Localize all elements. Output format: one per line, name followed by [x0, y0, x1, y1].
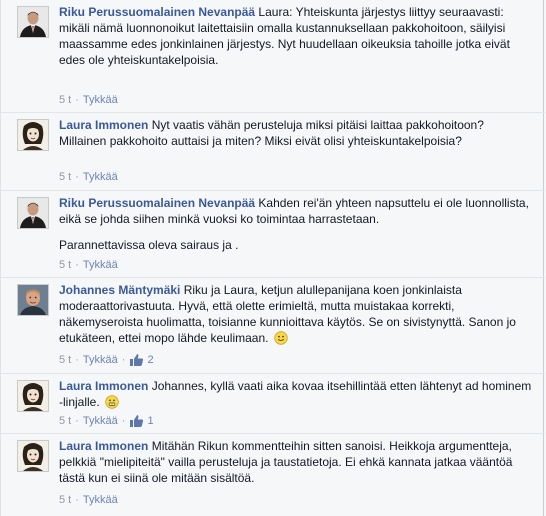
comment-body: Riku Perussuomalainen Nevanpää Kahden re…	[59, 195, 533, 253]
avatar[interactable]	[17, 197, 49, 229]
avatar[interactable]	[17, 6, 49, 38]
comment-meta: 5 t · Tykkää	[59, 169, 118, 185]
separator-dot: ·	[75, 415, 79, 427]
grimace-emoticon-icon	[105, 395, 119, 409]
separator-dot: ·	[121, 354, 126, 366]
thumbs-up-icon	[130, 354, 144, 366]
comment-author[interactable]: Johannes Mäntymäki	[59, 283, 180, 297]
comment-item: Riku Perussuomalainen Nevanpää Kahden re…	[1, 191, 545, 278]
smile-emoticon-icon	[274, 331, 288, 345]
comment-body: Laura Immonen Johannes, kyllä vaati aika…	[59, 378, 533, 410]
separator-dot: ·	[75, 171, 79, 183]
like-button[interactable]: Tykkää	[83, 494, 118, 506]
like-button[interactable]: Tykkää	[83, 415, 118, 427]
like-button[interactable]: Tykkää	[83, 94, 118, 106]
comment-meta: 5 t · Tykkää	[59, 492, 118, 508]
like-count[interactable]: 2	[129, 352, 154, 368]
comment-timestamp[interactable]: 5 t	[59, 259, 71, 271]
comment-meta: 5 t · Tykkää · 2	[59, 352, 154, 368]
comment-item: Laura Immonen Johannes, kyllä vaati aika…	[1, 374, 545, 434]
comment-timestamp[interactable]: 5 t	[59, 171, 71, 183]
comment-thread: Riku Perussuomalainen Nevanpää Laura: Yh…	[0, 0, 545, 516]
comment-body: Laura Immonen Nyt vaatis vähän perustelu…	[59, 117, 533, 149]
comment-item: Laura Immonen Mitähän Rikun kommentteihi…	[1, 434, 545, 516]
thumbs-up-icon	[130, 415, 144, 427]
like-count-value: 2	[147, 354, 154, 366]
avatar[interactable]	[17, 284, 49, 316]
like-count[interactable]: 1	[129, 413, 154, 429]
comment-item: Johannes Mäntymäki Riku ja Laura, ketjun…	[1, 278, 545, 374]
man-suit-avatar-icon	[18, 198, 48, 228]
comment-body: Johannes Mäntymäki Riku ja Laura, ketjun…	[59, 282, 533, 346]
like-count-value: 1	[147, 415, 154, 427]
separator-dot: ·	[75, 354, 79, 366]
woman-sketch-avatar-icon	[18, 120, 48, 150]
separator-dot: ·	[75, 259, 79, 271]
separator-dot: ·	[121, 415, 126, 427]
like-button[interactable]: Tykkää	[83, 171, 118, 183]
like-button[interactable]: Tykkää	[83, 259, 118, 271]
comment-item: Laura Immonen Nyt vaatis vähän perustelu…	[1, 113, 545, 191]
separator-dot: ·	[75, 494, 79, 506]
comment-author[interactable]: Riku Perussuomalainen Nevanpää	[59, 196, 255, 210]
woman-sketch-avatar-icon	[18, 381, 48, 411]
avatar[interactable]	[17, 119, 49, 151]
avatar[interactable]	[17, 380, 49, 412]
comment-timestamp[interactable]: 5 t	[59, 494, 71, 506]
comment-author[interactable]: Laura Immonen	[59, 439, 148, 453]
comment-item: Riku Perussuomalainen Nevanpää Laura: Yh…	[1, 0, 545, 113]
woman-sketch-avatar-icon	[18, 441, 48, 471]
comment-author[interactable]: Laura Immonen	[59, 379, 148, 393]
comment-body: Laura Immonen Mitähän Rikun kommentteihi…	[59, 438, 533, 486]
comment-meta: 5 t · Tykkää	[59, 92, 118, 108]
comment-timestamp[interactable]: 5 t	[59, 354, 71, 366]
comment-meta: 5 t · Tykkää	[59, 257, 118, 273]
comment-meta: 5 t · Tykkää · 1	[59, 413, 154, 429]
separator-dot: ·	[75, 94, 79, 106]
comment-timestamp[interactable]: 5 t	[59, 94, 71, 106]
man-suit-avatar-icon	[18, 7, 48, 37]
comment-author[interactable]: Laura Immonen	[59, 118, 148, 132]
comment-body: Riku Perussuomalainen Nevanpää Laura: Yh…	[59, 4, 533, 68]
comment-timestamp[interactable]: 5 t	[59, 415, 71, 427]
comment-author[interactable]: Riku Perussuomalainen Nevanpää	[59, 5, 255, 19]
man-photo-avatar-icon	[18, 285, 48, 315]
comment-text-paragraph: Parannettavissa oleva sairaus ja .	[59, 238, 239, 252]
avatar[interactable]	[17, 440, 49, 472]
like-button[interactable]: Tykkää	[83, 354, 118, 366]
